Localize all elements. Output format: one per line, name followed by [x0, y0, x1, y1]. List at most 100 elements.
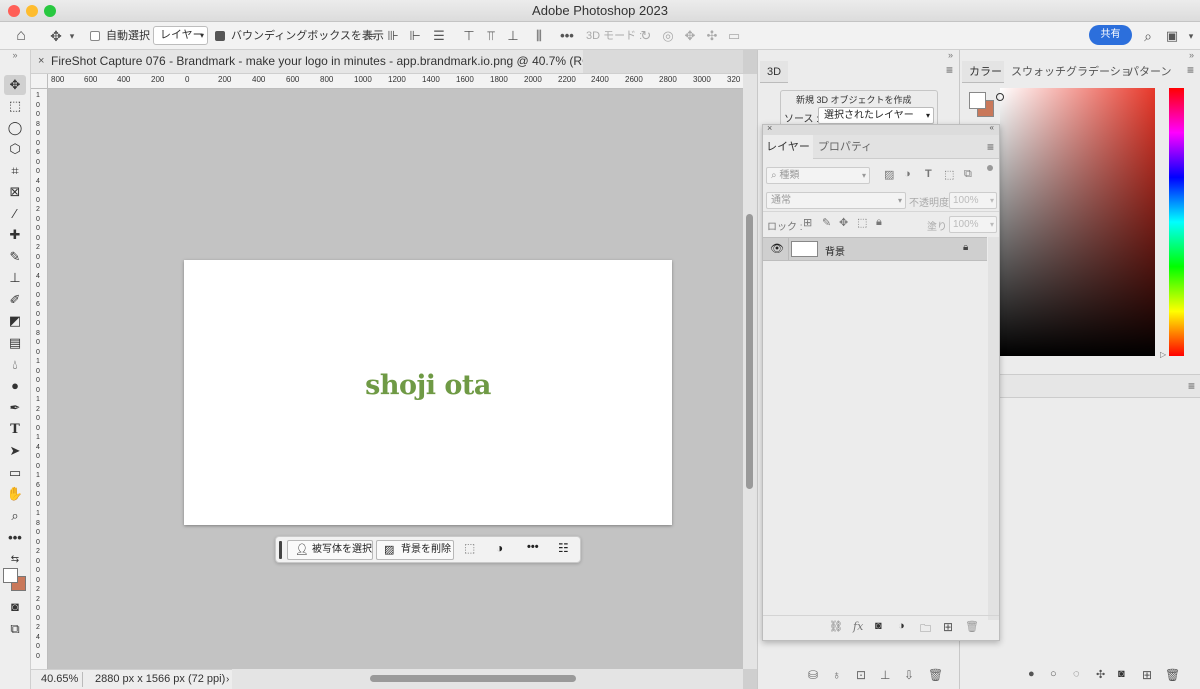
zoom-tool-icon[interactable]: ⌕ — [4, 506, 26, 526]
collapse-panels-icon[interactable]: » — [948, 50, 953, 60]
trash-icon[interactable]: 🗑︎ — [965, 620, 979, 633]
lock-all-icon[interactable]: 🔒︎ — [876, 216, 882, 229]
dodge-tool-icon[interactable]: ● — [4, 376, 26, 396]
horizontal-scrollbar[interactable] — [232, 669, 743, 689]
filter-pixel-icon[interactable]: ▨ — [884, 168, 894, 181]
circle-icon[interactable]: ● — [1028, 668, 1035, 680]
history-brush-tool-icon[interactable]: ✐ — [4, 290, 26, 310]
dotted-circle-icon[interactable]: ◌ — [1073, 668, 1080, 680]
trash-icon[interactable]: 🗑︎ — [928, 668, 943, 682]
align-top-icon[interactable]: ⊤ — [462, 22, 476, 50]
zoom-level[interactable]: 40.65% — [41, 670, 78, 689]
eyedropper-tool-icon[interactable]: ⁄ — [4, 204, 26, 224]
filter-smartobject-icon[interactable]: ⧉ — [964, 168, 972, 181]
minimize-window-button[interactable] — [26, 5, 38, 17]
3d-scale-icon[interactable]: ▭ — [726, 22, 742, 50]
rectangle-tool-icon[interactable]: ▭ — [4, 463, 26, 483]
lock-position-icon[interactable]: ✥ — [839, 216, 848, 229]
layer-lock-icon[interactable]: 🔒︎ — [963, 242, 968, 253]
eraser-tool-icon[interactable]: ◩ — [4, 311, 26, 331]
more-icon[interactable]: ••• — [527, 541, 539, 553]
foreground-color-swatch[interactable] — [3, 568, 18, 583]
layer-row[interactable]: 👁︎ 背景 🔒︎ — [763, 237, 987, 261]
align-left-icon[interactable]: ⊫ — [364, 22, 378, 50]
distribute-vertical-icon[interactable]: ⫼ — [532, 22, 546, 50]
brush-tool-icon[interactable]: ✎ — [4, 247, 26, 267]
screen-mode-icon[interactable]: ⧉ — [4, 619, 26, 639]
3d-rotate-icon[interactable]: ↻ — [638, 22, 654, 50]
marquee-tool-icon[interactable]: ⬚ — [4, 96, 26, 116]
align-bottom-icon[interactable]: ⊥ — [506, 22, 520, 50]
move-tool-icon[interactable]: ✥ — [4, 75, 26, 95]
transform-icon[interactable]: ✣ — [1096, 668, 1105, 681]
object-selection-tool-icon[interactable]: ⬡ — [4, 139, 26, 159]
tab-patterns[interactable]: パターン — [1128, 61, 1171, 83]
zoom-window-button[interactable] — [44, 5, 56, 17]
panel-menu-icon[interactable]: ≡ — [1188, 379, 1195, 393]
hue-slider[interactable] — [1169, 88, 1184, 356]
mask-icon[interactable]: ◙ — [1118, 668, 1125, 680]
swap-colors-icon[interactable]: ⇆ — [4, 550, 26, 570]
share-button[interactable]: 共有 — [1089, 25, 1132, 45]
search-icon[interactable]: ⌕ — [1140, 22, 1156, 50]
blur-tool-icon[interactable]: 💧︎ — [4, 355, 26, 375]
horizontal-scroll-thumb[interactable] — [370, 675, 576, 682]
quick-mask-icon[interactable]: ◙ — [4, 597, 26, 617]
close-icon[interactable]: × — [767, 123, 772, 133]
remove-background-button[interactable]: ▨ 背景を削除 — [376, 540, 454, 560]
ruler-origin[interactable] — [31, 74, 48, 89]
scene-icon[interactable]: ⛁ — [808, 668, 818, 682]
collapse-panels-icon[interactable]: » — [1189, 50, 1194, 60]
auto-select-target-dropdown[interactable]: レイヤー ▾ — [153, 26, 208, 45]
filter-toggle[interactable] — [987, 165, 993, 171]
3d-pan-icon[interactable]: ✥ — [682, 22, 698, 50]
type-tool-icon[interactable]: T — [4, 420, 26, 440]
chevron-down-icon[interactable]: ▾ — [1186, 22, 1196, 50]
tab-layers[interactable]: レイヤー — [763, 135, 813, 159]
color-picker-cursor[interactable] — [996, 93, 1004, 101]
align-hcenter-icon[interactable]: ⊪ — [386, 22, 400, 50]
foreground-color-swatch[interactable] — [969, 92, 986, 109]
vertical-scrollbar[interactable] — [743, 74, 757, 669]
vertical-scroll-thumb[interactable] — [746, 214, 753, 489]
3d-roll-icon[interactable]: ◎ — [660, 22, 676, 50]
tab-gradients[interactable]: グラデーショ — [1066, 61, 1132, 83]
transform-icon[interactable]: ⬚ — [464, 541, 475, 555]
adjustment-layer-icon[interactable]: ◑ — [898, 620, 905, 632]
lock-transparent-icon[interactable]: ⊞ — [803, 216, 812, 229]
group-folder-icon[interactable]: 🗀 — [920, 620, 931, 639]
settings-icon[interactable]: ☷ — [558, 541, 569, 555]
horizontal-ruler[interactable]: 800 600 400 200 0 200 400 600 800 1000 1… — [48, 74, 743, 89]
layer-mask-icon[interactable]: ◙ — [875, 620, 882, 632]
close-window-button[interactable] — [8, 5, 20, 17]
tab-3d[interactable]: 3D — [760, 61, 788, 83]
panel-menu-icon[interactable]: ≡ — [987, 140, 994, 154]
circle-outline-icon[interactable]: ○ — [1050, 668, 1057, 680]
color-field[interactable] — [1000, 88, 1155, 356]
distribute-icon[interactable]: ☰ — [432, 22, 446, 50]
panel-menu-icon[interactable]: ≡ — [946, 63, 953, 77]
filter-adjustment-icon[interactable]: ◑ — [904, 168, 911, 180]
lasso-tool-icon[interactable]: ◯ — [4, 118, 26, 138]
chevron-right-icon[interactable]: › — [226, 670, 229, 689]
close-document-icon[interactable]: × — [38, 50, 44, 72]
layers-panel-titlebar[interactable]: × « — [763, 123, 999, 135]
lock-artboard-icon[interactable]: ⬚ — [857, 216, 867, 229]
drag-handle[interactable] — [279, 541, 282, 559]
opacity-input[interactable]: 100% ▾ — [949, 192, 997, 209]
fill-input[interactable]: 100% ▾ — [949, 216, 997, 233]
lock-pixels-icon[interactable]: ✎ — [822, 216, 831, 229]
filter-type-icon[interactable]: T — [925, 168, 932, 180]
chevron-down-icon[interactable]: ▾ — [66, 22, 78, 50]
align-vcenter-icon[interactable]: ⫪ — [484, 22, 498, 50]
light-icon[interactable]: ♁ — [832, 668, 841, 682]
tab-properties[interactable]: プロパティ — [815, 135, 875, 159]
render-icon[interactable]: ⊡ — [856, 668, 866, 682]
tab-swatches[interactable]: スウォッチ — [1011, 61, 1066, 83]
link-layers-icon[interactable]: ⛓ — [829, 620, 843, 633]
home-icon[interactable]: ⌂ — [10, 22, 32, 50]
document-tab[interactable]: × FireShot Capture 076 - Brandmark - mak… — [31, 50, 583, 74]
blend-mode-dropdown[interactable]: 通常 ▾ — [766, 192, 906, 209]
eye-icon[interactable]: 👁︎ — [770, 242, 784, 255]
clone-stamp-tool-icon[interactable]: ⊥ — [4, 268, 26, 288]
